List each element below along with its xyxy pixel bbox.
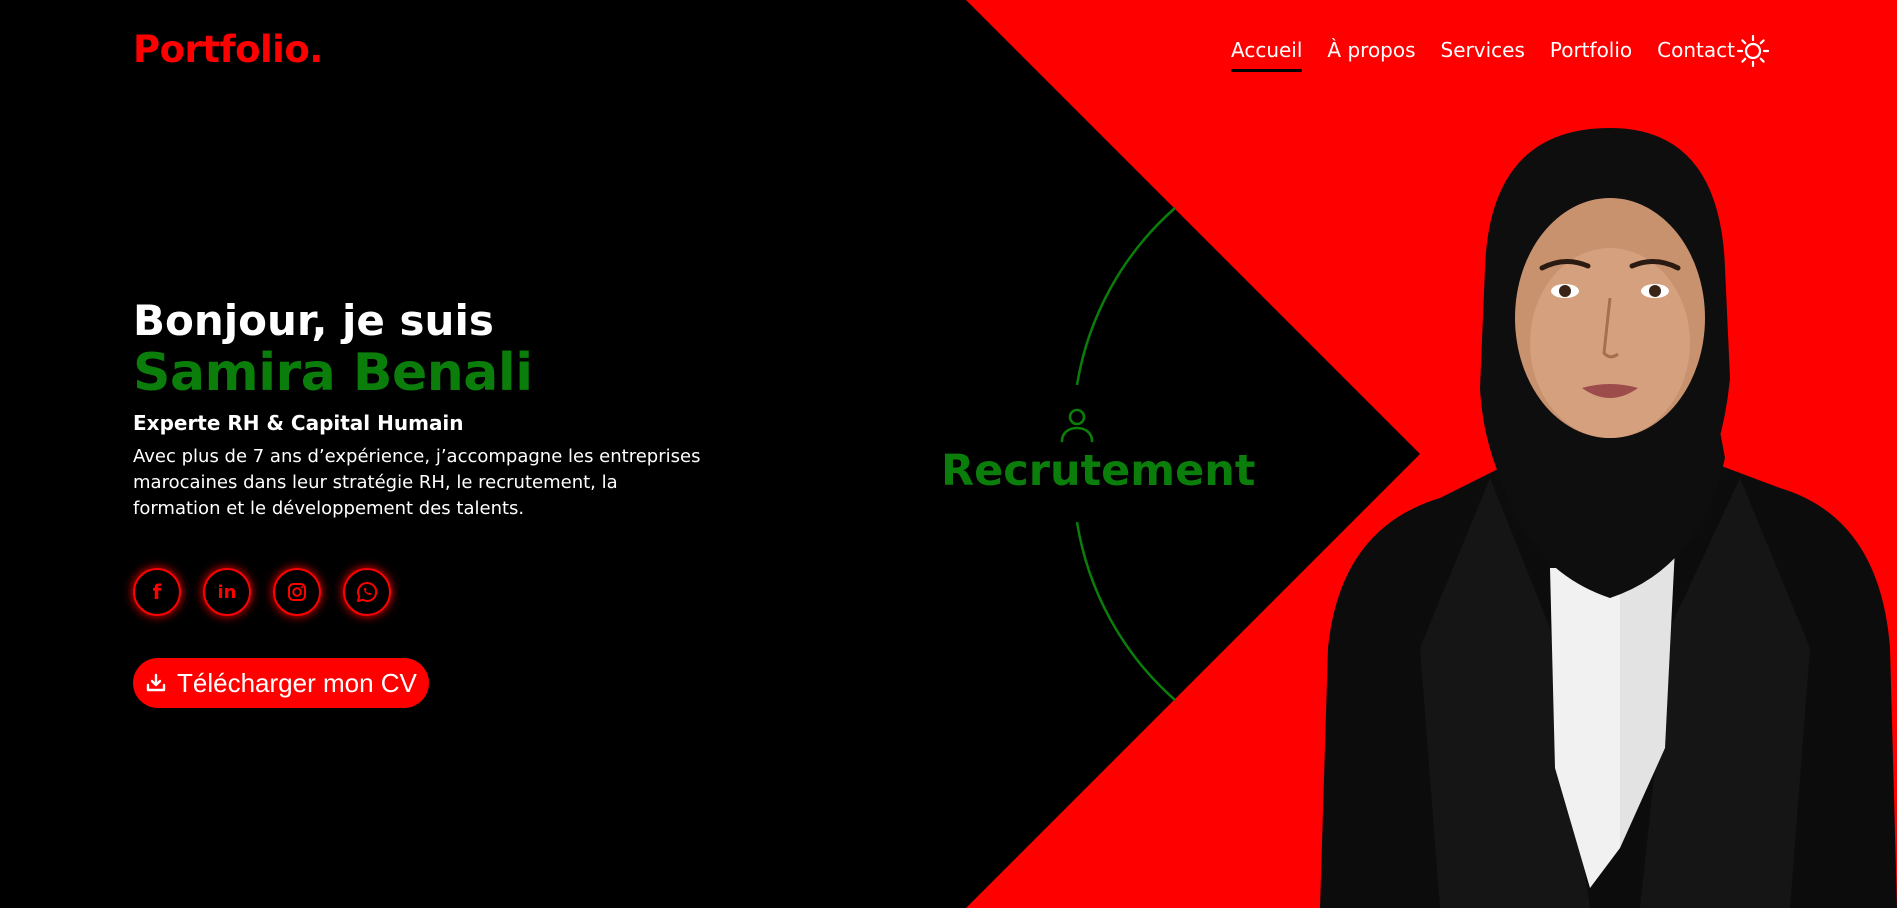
facebook-icon[interactable]: f <box>133 568 181 616</box>
nav-item-services[interactable]: Services <box>1441 38 1525 62</box>
whatsapp-icon[interactable] <box>343 568 391 616</box>
nav-item-accueil[interactable]: Accueil <box>1231 38 1303 72</box>
download-cv-button[interactable]: Télécharger mon CV <box>133 658 429 708</box>
download-cv-label: Télécharger mon CV <box>177 667 417 698</box>
sun-icon[interactable] <box>1736 34 1770 68</box>
hero-role: Experte RH & Capital Humain <box>133 411 464 435</box>
nav-item-portfolio[interactable]: Portfolio <box>1550 38 1632 62</box>
profile-photo <box>1320 128 1897 908</box>
social-links: f in <box>133 568 413 616</box>
main-nav: Accueil À propos Services Portfolio Cont… <box>1231 38 1760 72</box>
linkedin-glyph: in <box>217 581 237 603</box>
user-icon <box>1058 405 1096 447</box>
nav-item-contact[interactable]: Contact <box>1657 38 1735 62</box>
hero-greeting: Bonjour, je suis <box>133 296 494 345</box>
nav-item-a-propos[interactable]: À propos <box>1327 38 1415 62</box>
site-logo[interactable]: Portfolio. <box>133 28 323 71</box>
download-icon <box>146 673 166 692</box>
instagram-icon[interactable] <box>273 568 321 616</box>
hero-description: Avec plus de 7 ans d’expérience, j’accom… <box>133 446 701 519</box>
service-rotator-label: Recrutement <box>941 446 1256 496</box>
facebook-glyph: f <box>152 580 162 604</box>
linkedin-icon[interactable]: in <box>203 568 251 616</box>
hero-name: Samira Benali <box>133 343 533 403</box>
